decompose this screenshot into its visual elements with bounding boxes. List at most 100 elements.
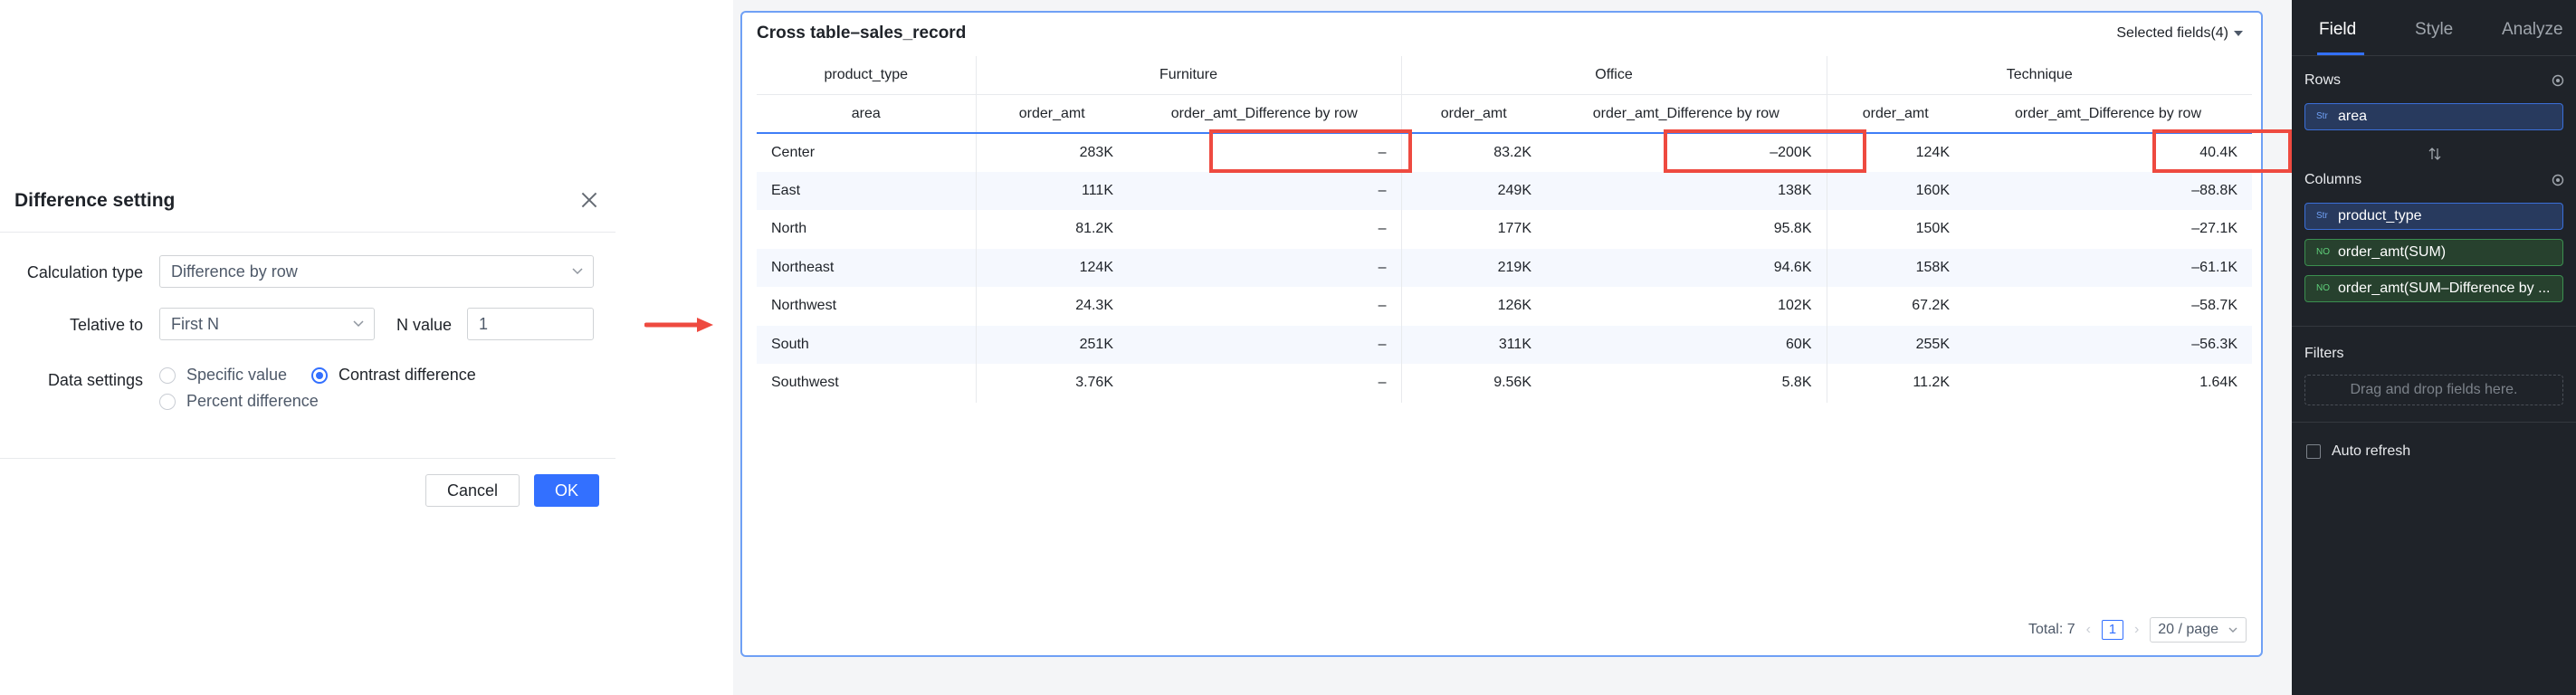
- auto-refresh-label: Auto refresh: [2332, 443, 2411, 459]
- filters-section-label: Filters: [2304, 346, 2344, 361]
- active-tab-indicator: [2317, 52, 2364, 55]
- radio-specific-value[interactable]: Specific value: [159, 366, 287, 385]
- value-cell: 283K: [975, 133, 1128, 172]
- cross-table-panel: Cross table–sales_record Selected fields…: [740, 11, 2292, 657]
- difference-cell: 94.6K: [1546, 248, 1827, 287]
- difference-cell: –: [1378, 221, 1387, 237]
- data-settings-label: Data settings: [47, 371, 143, 389]
- page-number[interactable]: 1: [2101, 620, 2123, 640]
- difference-cell: –61.1K: [1964, 248, 2252, 287]
- difference-cell: –: [1378, 375, 1387, 391]
- value-cell: 9.56K: [1400, 364, 1546, 403]
- prev-page-button[interactable]: ‹: [2086, 622, 2091, 638]
- tab-field[interactable]: Field: [2319, 20, 2356, 40]
- area-cell: Northwest: [771, 298, 837, 314]
- difference-cell: –: [1128, 325, 1401, 364]
- row-dimension-header: product_type: [757, 56, 976, 95]
- pagination: Total: 7 ‹ 1 › 20 / page: [2028, 617, 2247, 643]
- string-type-icon: Str: [2316, 111, 2328, 121]
- measure-header: order_amt: [1826, 94, 1964, 134]
- table-row: Northwest 24.3K –126K 102K 67.2K –58.7K: [757, 287, 2252, 326]
- difference-cell: –27.1K: [2191, 221, 2237, 237]
- selected-fields-label: Selected fields(4): [2116, 25, 2228, 41]
- measure-header: order_amt_Difference by row: [1964, 94, 2252, 134]
- radio-circle: [159, 367, 176, 384]
- field-sidebar: Field Style Analyze Rows Str area Column…: [2292, 0, 2576, 695]
- table-row: North 81.2K –177K 95.8K 150K –27.1K: [757, 210, 2252, 249]
- highlight-box: [1664, 129, 1866, 173]
- n-value-label: N value: [396, 316, 453, 334]
- table-row: East 111K –249K 138K 160K –88.8K: [757, 171, 2252, 210]
- difference-cell: –58.7K: [2191, 298, 2237, 314]
- checkbox-box: [2306, 444, 2321, 459]
- tab-analyze[interactable]: Analyze: [2502, 20, 2563, 40]
- radio-circle-checked: [311, 367, 328, 384]
- auto-refresh-checkbox[interactable]: Auto refresh: [2306, 443, 2410, 460]
- page-size-value: 20 / page: [2158, 622, 2218, 637]
- number-type-icon: NO: [2316, 283, 2330, 293]
- radio-percent-difference[interactable]: Percent difference: [159, 392, 319, 411]
- radio-contrast-difference[interactable]: Contrast difference: [311, 366, 476, 385]
- area-cell: North: [771, 221, 807, 237]
- difference-cell: 102K: [1778, 298, 1812, 314]
- selected-fields-dropdown[interactable]: Selected fields(4): [2116, 25, 2228, 42]
- value-cell: 311K: [1400, 325, 1546, 364]
- dialog-header-divider: [0, 232, 615, 233]
- value-cell: 158K: [1826, 248, 1964, 287]
- close-icon[interactable]: [577, 188, 601, 212]
- page-size-select[interactable]: 20 / page: [2150, 617, 2247, 643]
- difference-cell: 5.8K: [1781, 375, 1812, 391]
- chevron-down-icon: [2228, 627, 2237, 633]
- relative-to-select[interactable]: First N: [159, 308, 375, 340]
- caret-down-icon: [2234, 31, 2243, 36]
- gear-icon[interactable]: [2551, 173, 2565, 187]
- column-field-product-type[interactable]: Str product_type: [2304, 203, 2563, 230]
- highlight-box: [1209, 129, 1412, 173]
- relative-to-label: Telative to: [69, 316, 143, 334]
- column-field-order-amt-sum[interactable]: NO order_amt(SUM): [2304, 239, 2563, 266]
- area-cell: South: [757, 325, 976, 364]
- difference-cell: 95.8K: [1773, 221, 1812, 237]
- sidebar-tabs: Field Style Analyze: [2292, 0, 2576, 56]
- table-row: Southwest 3.76K –9.56K 5.8K 11.2K 1.64K: [757, 364, 2252, 403]
- area-cell: Northeast: [757, 248, 976, 287]
- difference-cell: –: [1128, 171, 1401, 210]
- value-cell: 83.2K: [1400, 133, 1546, 172]
- difference-cell: –56.3K: [1964, 325, 2252, 364]
- difference-cell: 1.64K: [2199, 375, 2237, 391]
- area-cell: Southwest: [771, 375, 839, 391]
- string-type-icon: Str: [2316, 211, 2328, 221]
- field-label: area: [2338, 109, 2368, 124]
- chevron-down-icon: [572, 268, 583, 275]
- value-cell: 81.2K: [975, 210, 1128, 249]
- next-page-button[interactable]: ›: [2134, 622, 2139, 638]
- filters-dropzone[interactable]: Drag and drop fields here.: [2304, 375, 2563, 405]
- value-cell: 67.2K: [1826, 287, 1964, 326]
- swap-icon[interactable]: [2428, 147, 2442, 161]
- columns-section-label: Columns: [2304, 172, 2362, 187]
- highlight-box: [2152, 129, 2292, 173]
- table-row: South 251K –311K 60K 255K –56.3K: [757, 325, 2252, 364]
- cancel-button[interactable]: Cancel: [425, 474, 520, 507]
- value-cell: 111K: [975, 171, 1128, 210]
- value-cell: 11.2K: [1826, 364, 1964, 403]
- tab-style[interactable]: Style: [2415, 20, 2453, 40]
- gear-icon[interactable]: [2551, 73, 2565, 88]
- value-cell: 251K: [975, 325, 1128, 364]
- chevron-down-icon: [353, 320, 364, 328]
- measure-header: order_amt_Difference by row: [1546, 94, 1827, 134]
- number-type-icon: NO: [2316, 247, 2330, 257]
- column-field-order-amt-difference[interactable]: NO order_amt(SUM–Difference by ...: [2304, 275, 2563, 302]
- n-value-input[interactable]: 1: [467, 308, 594, 340]
- calculation-type-value: Difference by row: [171, 262, 298, 281]
- value-cell: 24.3K: [975, 287, 1128, 326]
- value-cell: 126K: [1400, 287, 1546, 326]
- row-field-area[interactable]: Str area: [2304, 103, 2563, 130]
- field-label: product_type: [2338, 208, 2422, 224]
- ok-button[interactable]: OK: [534, 474, 599, 507]
- relative-to-value: First N: [171, 315, 219, 333]
- area-cell: Center: [771, 144, 816, 160]
- calculation-type-select[interactable]: Difference by row: [159, 255, 594, 288]
- panel-title: Cross table–sales_record: [757, 24, 967, 43]
- value-cell: 249K: [1400, 171, 1546, 210]
